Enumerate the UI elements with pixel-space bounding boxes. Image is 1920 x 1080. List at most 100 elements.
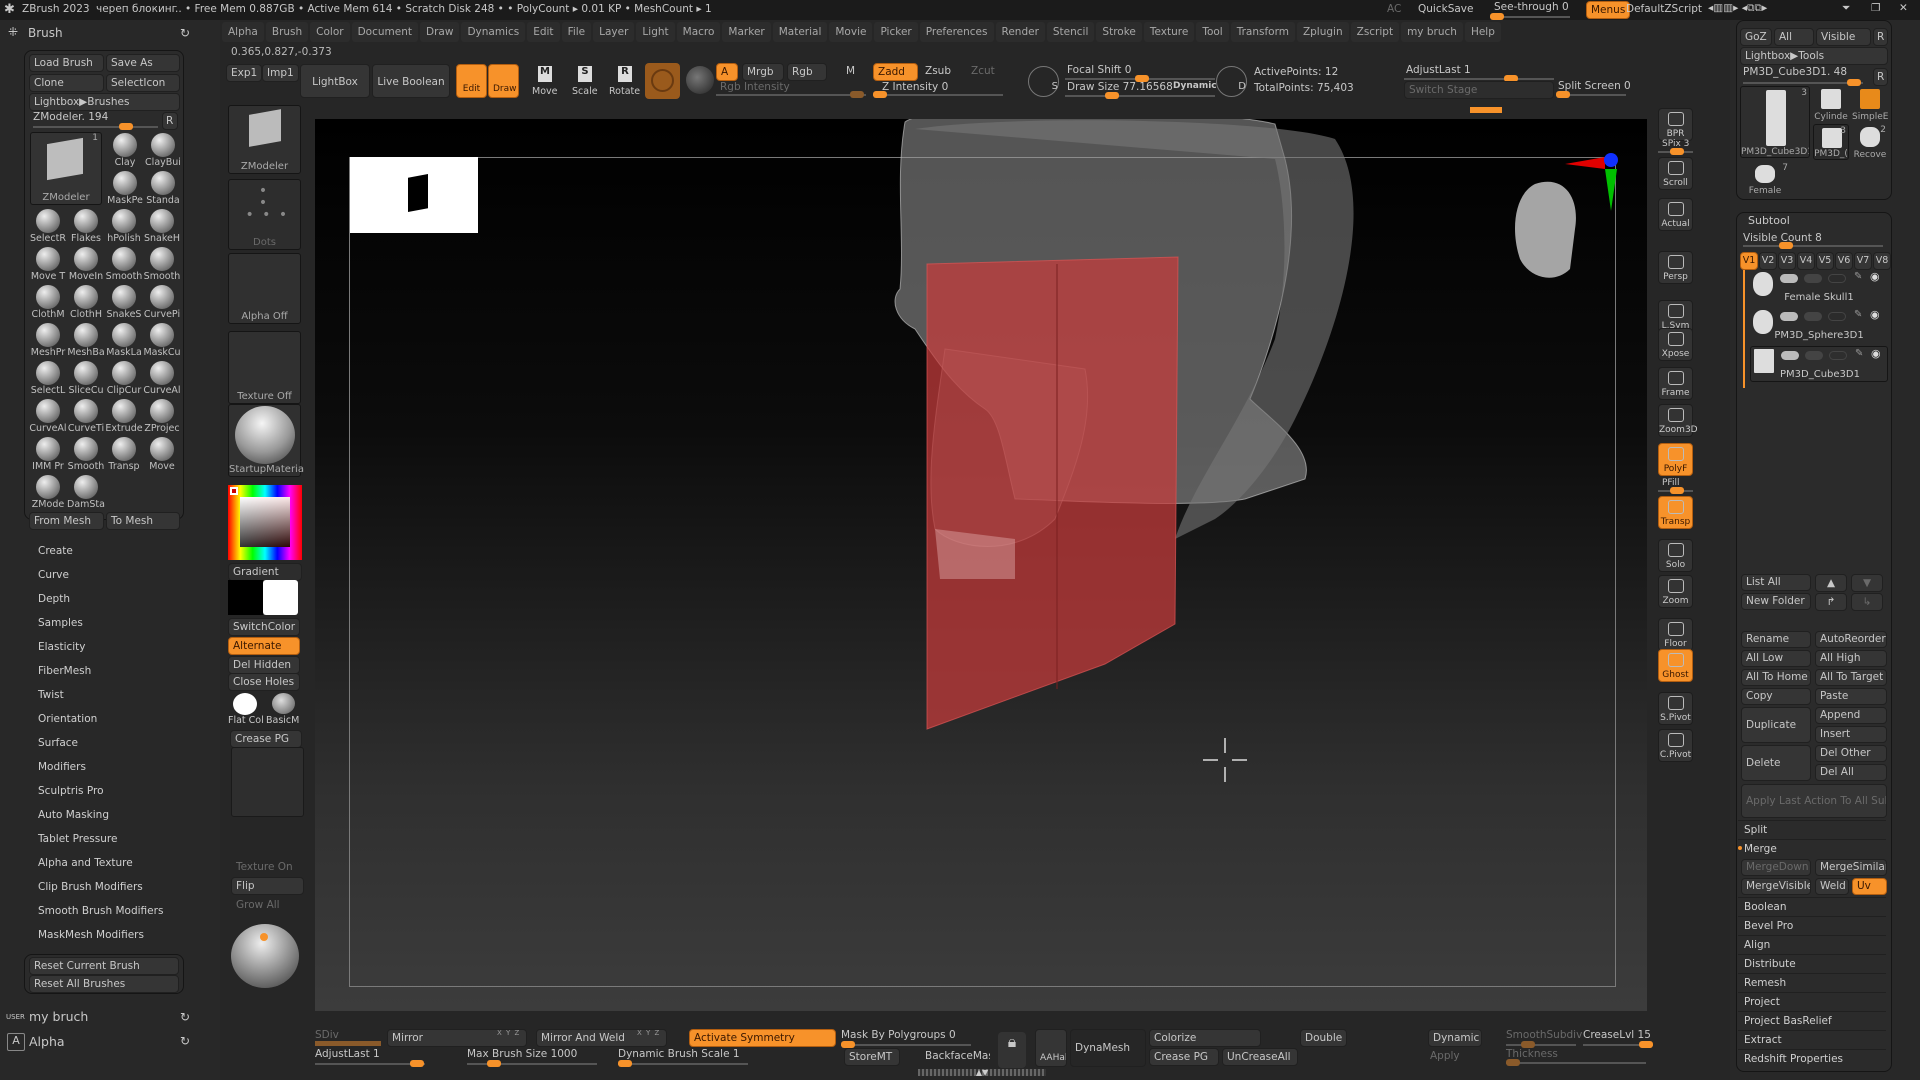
brush-item[interactable]: Smooth xyxy=(143,246,181,284)
subtool-section-remesh[interactable]: Remesh xyxy=(1738,973,1886,992)
gradient-button[interactable]: Gradient xyxy=(228,563,302,581)
move-into-folder-icon[interactable]: ↱ xyxy=(1815,593,1847,611)
tool-thumbnail[interactable]: 3 PM3D_( xyxy=(1813,124,1849,160)
rgb-button[interactable]: Rgb xyxy=(787,63,827,81)
material-button[interactable] xyxy=(645,63,680,99)
tool-thumbnail[interactable]: SimpleE xyxy=(1852,86,1888,122)
brush-shelf-button[interactable]: ZModeler xyxy=(228,105,301,174)
menu-transform[interactable]: Transform xyxy=(1230,22,1295,42)
switch-stage-button[interactable]: Switch Stage xyxy=(1404,81,1554,99)
max-brush-size-slider[interactable] xyxy=(467,1060,597,1067)
version-tab-v3[interactable]: V3 xyxy=(1778,252,1796,270)
export-button[interactable]: Exp1 xyxy=(226,64,263,82)
alpha-shelf-button[interactable]: Alpha Off xyxy=(228,253,301,324)
subtool-section-redshift-properties[interactable]: Redshift Properties xyxy=(1738,1049,1886,1068)
dynamic-subdiv-button[interactable]: Dynamic xyxy=(1428,1029,1482,1047)
reset-all-brushes-button[interactable]: Reset All Brushes xyxy=(29,975,179,993)
shelf-button-zoom3d[interactable]: Zoom3D xyxy=(1658,404,1698,437)
save-as-button[interactable]: Save As xyxy=(106,54,180,72)
version-tab-v8[interactable]: V8 xyxy=(1873,252,1891,270)
minimize-icon[interactable]: ⏷ xyxy=(1842,2,1850,15)
brush-item[interactable]: SliceCu xyxy=(67,360,105,398)
rotate-mode-button[interactable]: Rotate xyxy=(609,86,640,97)
material-shelf-button[interactable]: StartupMateria xyxy=(228,404,304,477)
main-color-swatch[interactable] xyxy=(228,580,263,615)
subtool-item[interactable]: ✎ ◉ PM3D_Cube3D1 xyxy=(1750,346,1888,382)
menu-stencil[interactable]: Stencil xyxy=(1046,22,1095,42)
tool-selector-slider[interactable] xyxy=(1743,79,1863,86)
del-hidden-button[interactable]: Del Hidden xyxy=(228,656,300,674)
lightbox-tools-button[interactable]: Lightbox▶Tools xyxy=(1740,47,1888,65)
stroke-shelf-button[interactable]: • • • • • Dots xyxy=(228,179,301,250)
default-zscript-button[interactable]: DefaultZScript xyxy=(1626,3,1702,15)
brush-item[interactable]: CurveTi xyxy=(67,398,105,436)
mrgb-button[interactable]: Mrgb xyxy=(742,63,784,81)
goz-all-button[interactable]: All xyxy=(1774,28,1814,46)
light-position-icon[interactable] xyxy=(260,933,268,941)
rgb-intensity-slider[interactable] xyxy=(716,91,866,98)
slider-knob[interactable] xyxy=(1670,148,1684,155)
menu-macro[interactable]: Macro xyxy=(676,22,721,42)
mask-by-polygroups-slider[interactable] xyxy=(841,1041,971,1048)
live-boolean-button[interactable]: Live Boolean xyxy=(372,64,450,98)
brush-section-clip-brush-modifiers[interactable]: Clip Brush Modifiers xyxy=(38,881,143,893)
colorize-button[interactable]: Colorize xyxy=(1149,1029,1261,1047)
apply-last-button[interactable]: Apply Last Action To All Subtoo xyxy=(1741,784,1887,818)
dynamesh-button[interactable]: DynaMesh xyxy=(1070,1029,1146,1067)
brush-reset-button[interactable]: R xyxy=(162,112,178,130)
brush-section-tablet-pressure[interactable]: Tablet Pressure xyxy=(38,833,117,845)
merge-visible-button[interactable]: MergeVisible xyxy=(1741,878,1811,895)
brush-item[interactable]: hPolish xyxy=(105,208,143,246)
brush-item[interactable]: CurveAl xyxy=(29,398,67,436)
subtool-section-project[interactable]: Project xyxy=(1738,992,1886,1011)
brush-item[interactable]: Smooth xyxy=(105,246,143,284)
eye-visibility-icon[interactable]: ◉ xyxy=(1870,270,1880,283)
draw-mode-button[interactable]: Draw xyxy=(488,64,519,98)
brush-section-curve[interactable]: Curve xyxy=(38,569,69,581)
menu-marker[interactable]: Marker xyxy=(722,22,771,42)
adjust-last-slider[interactable] xyxy=(1404,75,1554,82)
paste-button[interactable]: Paste xyxy=(1815,688,1887,705)
close-icon[interactable]: ✕ xyxy=(1899,2,1908,14)
apply-button[interactable]: Apply xyxy=(1430,1050,1460,1062)
z-intensity-slider[interactable] xyxy=(873,91,1003,98)
eye-visibility-icon[interactable]: ◉ xyxy=(1871,347,1881,360)
duplicate-button[interactable]: Duplicate xyxy=(1741,707,1811,743)
crease-pg-bottom-button[interactable]: Crease PG xyxy=(1149,1048,1219,1066)
smooth-subdiv-slider[interactable] xyxy=(1506,1041,1576,1048)
merge-down-button[interactable]: MergeDown xyxy=(1741,859,1811,876)
from-mesh-button[interactable]: From Mesh xyxy=(29,512,104,530)
all-to-home-button[interactable]: All To Home xyxy=(1741,669,1811,686)
brush-section-twist[interactable]: Twist xyxy=(38,689,64,701)
texture-shelf-button[interactable]: Texture Off xyxy=(228,331,301,404)
storemt-button[interactable]: StoreMT xyxy=(844,1048,900,1066)
brush-item[interactable]: MoveIn xyxy=(67,246,105,284)
brush-item[interactable]: MaskLa xyxy=(105,322,143,360)
brush-section-smooth-brush-modifiers[interactable]: Smooth Brush Modifiers xyxy=(38,905,163,917)
delete-button[interactable]: Delete xyxy=(1741,745,1811,781)
shelf-button-polyf[interactable]: PolyF xyxy=(1658,443,1693,476)
menu-color[interactable]: Color xyxy=(310,22,350,42)
my-bruch-palette[interactable]: my bruch xyxy=(29,1009,88,1024)
tool-thumbnail[interactable]: 7 Female xyxy=(1740,162,1790,196)
subtool-section-extract[interactable]: Extract xyxy=(1738,1030,1886,1049)
menu-layer[interactable]: Layer xyxy=(593,22,635,42)
quicksave-button[interactable]: QuickSave xyxy=(1418,3,1473,15)
version-tab-v7[interactable]: V7 xyxy=(1854,252,1872,270)
rename-button[interactable]: Rename xyxy=(1741,631,1811,648)
brush-item[interactable]: SnakeS xyxy=(105,284,143,322)
menu-help[interactable]: Help xyxy=(1464,22,1501,42)
backface-mask-button[interactable]: BackfaceMask xyxy=(921,1048,990,1064)
brush-item[interactable]: Transp xyxy=(105,436,143,474)
menu-texture[interactable]: Texture xyxy=(1143,22,1195,42)
brush-item[interactable]: MeshPr xyxy=(29,322,67,360)
subtool-section-boolean[interactable]: Boolean xyxy=(1738,897,1886,916)
color-picker[interactable] xyxy=(228,485,302,560)
brush-item[interactable]: Clay xyxy=(106,132,144,170)
goz-visible-button[interactable]: Visible xyxy=(1816,28,1871,46)
dynamic-brush-scale-slider[interactable] xyxy=(618,1060,748,1067)
brush-section-orientation[interactable]: Orientation xyxy=(38,713,97,725)
tool-thumbnail[interactable]: 3 PM3D_Cube3D1 xyxy=(1740,86,1810,158)
uncrease-all-button[interactable]: UnCreaseAll xyxy=(1222,1048,1298,1066)
weld-button[interactable]: Weld xyxy=(1815,878,1849,895)
